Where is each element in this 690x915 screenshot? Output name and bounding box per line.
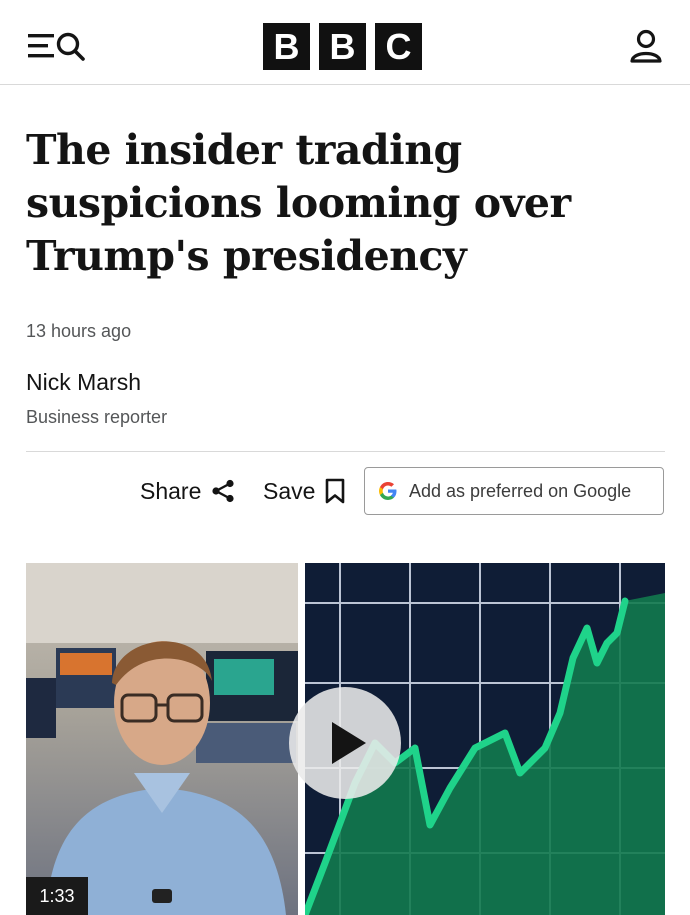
video-player[interactable]: 1:33 [26, 563, 665, 915]
google-preferred-source-button[interactable]: Add as preferred on Google [364, 467, 664, 515]
logo-letter-b1: B [263, 23, 310, 70]
menu-search-button[interactable] [28, 31, 92, 61]
google-icon [379, 482, 397, 500]
share-icon [212, 479, 234, 503]
author-name[interactable]: Nick Marsh [26, 369, 141, 396]
account-icon [630, 29, 662, 63]
save-button[interactable]: Save [263, 475, 345, 507]
google-button-label: Add as preferred on Google [409, 480, 632, 501]
video-presenter-thumbnail [26, 563, 298, 915]
logo-letter-b2: B [319, 23, 366, 70]
menu-icon [28, 34, 54, 58]
play-button[interactable] [289, 687, 401, 799]
account-button[interactable] [628, 28, 664, 64]
presenter-image [26, 563, 298, 915]
save-label: Save [263, 477, 316, 504]
divider [26, 451, 665, 452]
logo-letter-c: C [375, 23, 422, 70]
top-navigation-bar: B B C [0, 0, 690, 85]
author-role: Business reporter [26, 407, 168, 427]
video-duration-badge: 1:33 [26, 877, 88, 915]
share-label: Share [140, 477, 202, 504]
bbc-logo[interactable]: B B C [263, 23, 422, 70]
play-icon [332, 722, 366, 764]
share-button[interactable]: Share [140, 475, 235, 507]
article-timestamp: 13 hours ago [26, 321, 132, 341]
search-icon [56, 32, 85, 61]
article-headline: The insider trading suspicions looming o… [26, 126, 571, 280]
bookmark-icon [326, 478, 345, 504]
